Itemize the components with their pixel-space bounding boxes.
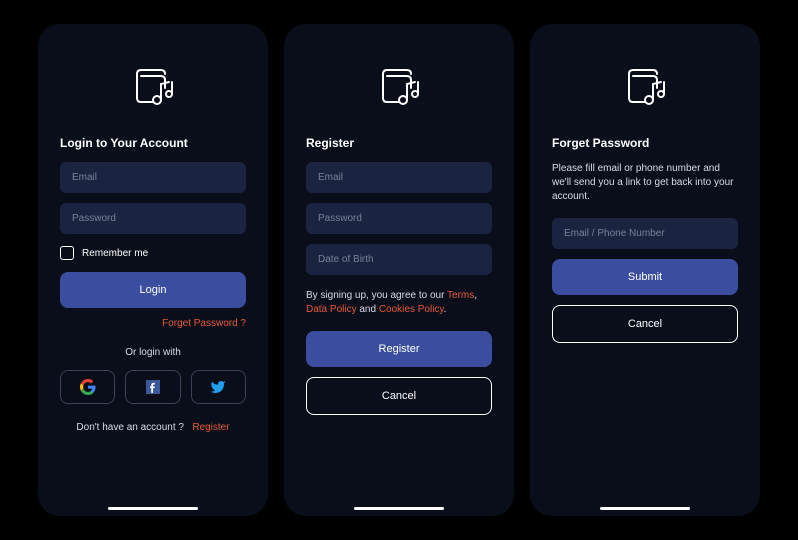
twitter-icon bbox=[210, 379, 226, 395]
login-screen: Login to Your Account Remember me Login … bbox=[38, 24, 268, 516]
forgot-title: Forget Password bbox=[552, 136, 738, 150]
logo bbox=[306, 64, 492, 108]
google-button[interactable] bbox=[60, 370, 115, 404]
remember-row: Remember me bbox=[60, 246, 246, 260]
password-field[interactable] bbox=[306, 203, 492, 234]
no-account-text: Don't have an account ? bbox=[76, 422, 184, 433]
terms-link[interactable]: Terms bbox=[447, 290, 474, 301]
logo bbox=[552, 64, 738, 108]
email-field[interactable] bbox=[306, 162, 492, 193]
logo bbox=[60, 64, 246, 108]
password-field[interactable] bbox=[60, 203, 246, 234]
home-indicator bbox=[354, 507, 444, 510]
dob-field[interactable] bbox=[306, 244, 492, 275]
remember-label: Remember me bbox=[82, 248, 148, 259]
cookies-policy-link[interactable]: Cookies Policy bbox=[379, 304, 444, 315]
cancel-button[interactable]: Cancel bbox=[552, 305, 738, 343]
twitter-button[interactable] bbox=[191, 370, 246, 404]
email-field[interactable] bbox=[60, 162, 246, 193]
login-title: Login to Your Account bbox=[60, 136, 246, 150]
home-indicator bbox=[108, 507, 198, 510]
music-book-icon bbox=[623, 64, 667, 108]
music-book-icon bbox=[377, 64, 421, 108]
facebook-icon bbox=[146, 380, 160, 394]
data-policy-link[interactable]: Data Policy bbox=[306, 304, 357, 315]
register-screen: Register By signing up, you agree to our… bbox=[284, 24, 514, 516]
forget-password-link[interactable]: Forget Password ? bbox=[60, 318, 246, 329]
cancel-button[interactable]: Cancel bbox=[306, 377, 492, 415]
facebook-button[interactable] bbox=[125, 370, 180, 404]
email-phone-field[interactable] bbox=[552, 218, 738, 249]
forgot-screen: Forget Password Please fill email or pho… bbox=[530, 24, 760, 516]
register-link[interactable]: Register bbox=[192, 422, 229, 433]
login-button[interactable]: Login bbox=[60, 272, 246, 308]
home-indicator bbox=[600, 507, 690, 510]
forgot-subtitle: Please fill email or phone number and we… bbox=[552, 162, 738, 204]
social-row bbox=[60, 370, 246, 404]
consent-text: By signing up, you agree to our Terms, D… bbox=[306, 289, 492, 317]
google-icon bbox=[80, 379, 96, 395]
no-account-row: Don't have an account ? Register bbox=[60, 422, 246, 433]
remember-checkbox[interactable] bbox=[60, 246, 74, 260]
register-title: Register bbox=[306, 136, 492, 150]
submit-button[interactable]: Submit bbox=[552, 259, 738, 295]
or-login-with: Or login with bbox=[60, 347, 246, 358]
music-book-icon bbox=[131, 64, 175, 108]
register-button[interactable]: Register bbox=[306, 331, 492, 367]
